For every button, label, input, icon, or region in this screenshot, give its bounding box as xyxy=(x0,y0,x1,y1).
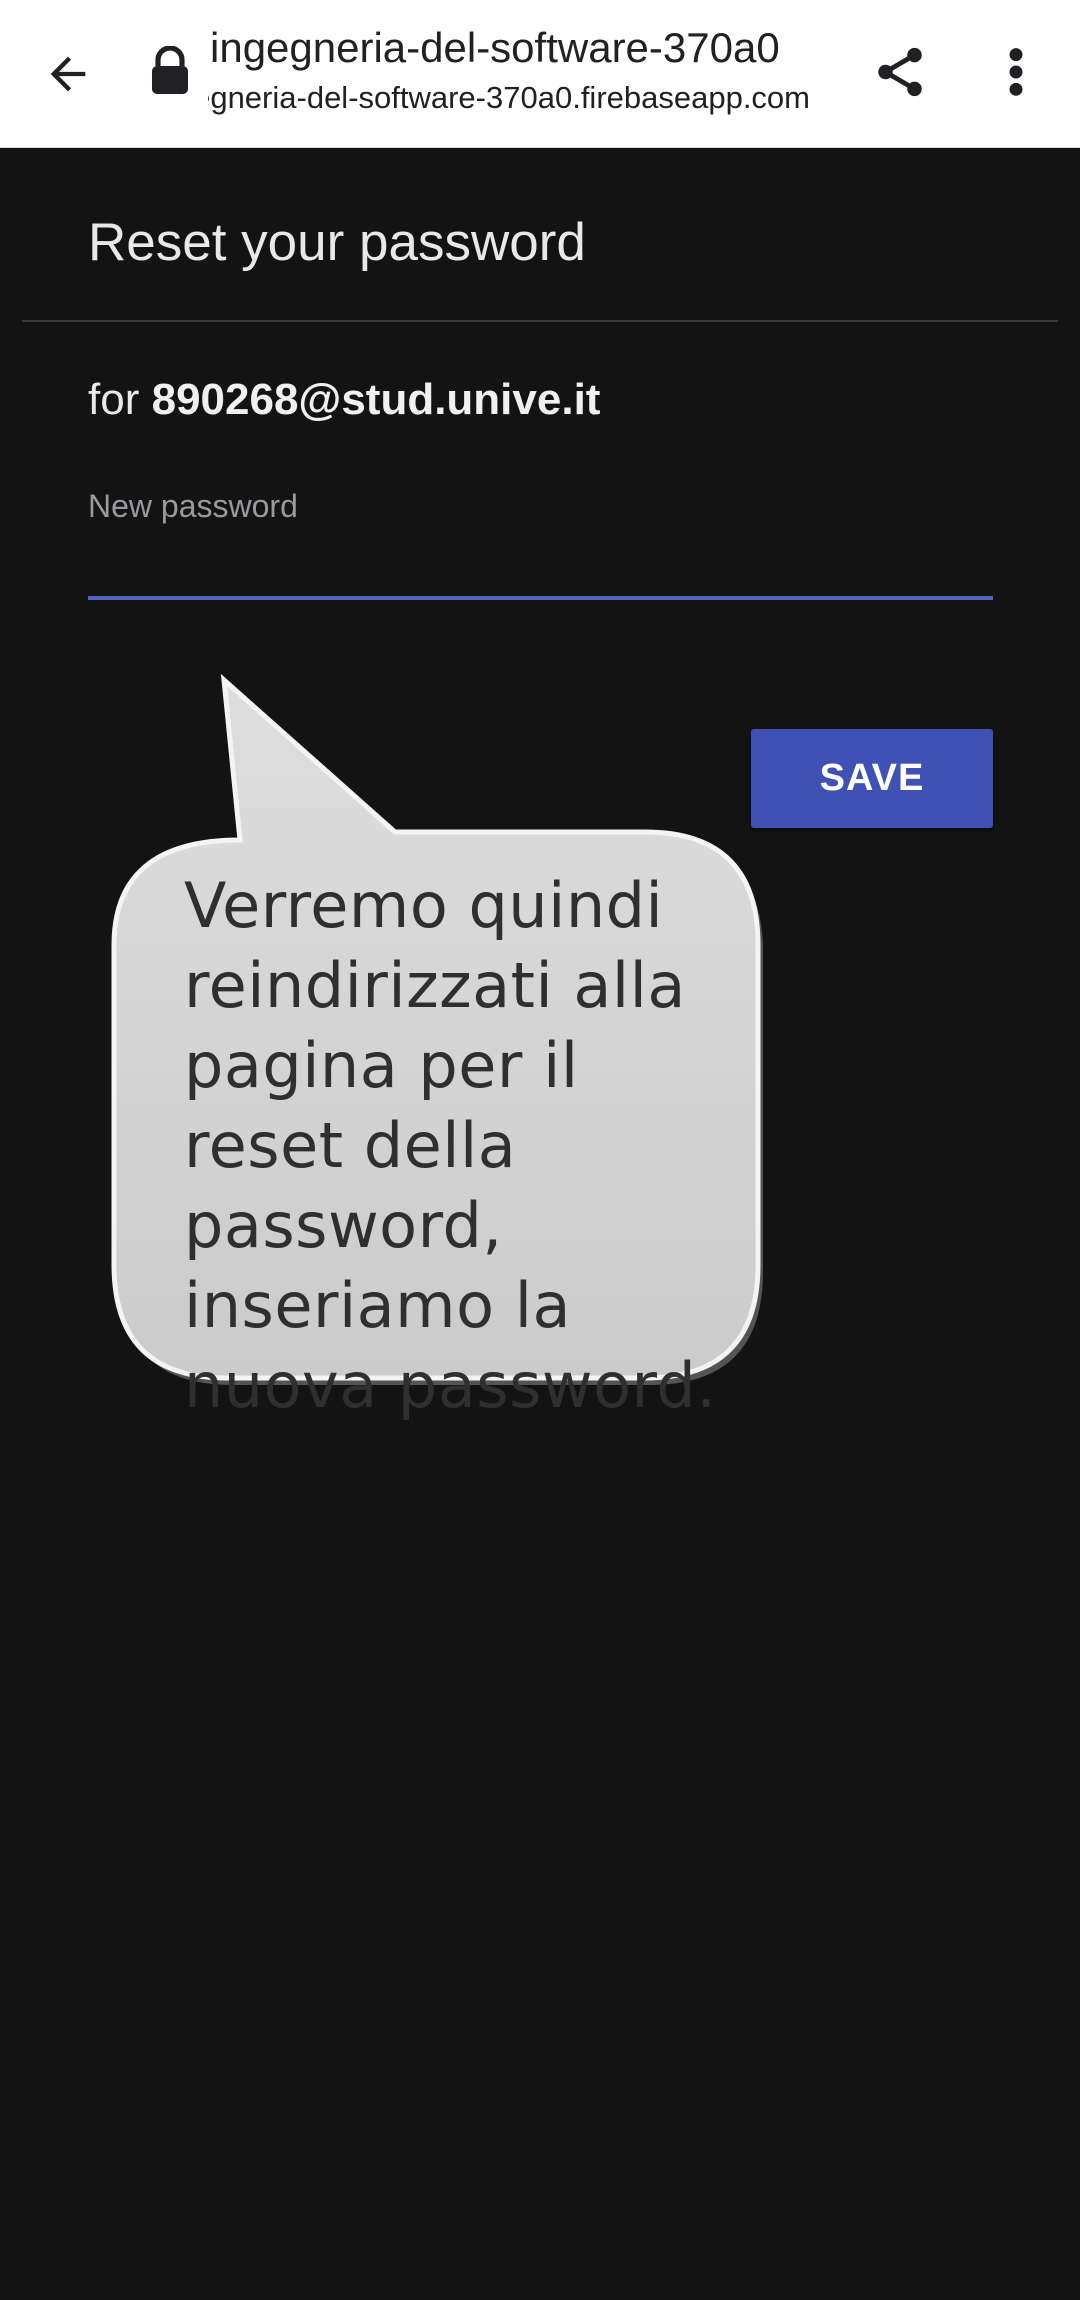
more-options-button[interactable] xyxy=(976,30,1056,114)
divider xyxy=(22,320,1058,322)
url-text: ingegneria-del-software-370a0.firebaseap… xyxy=(208,80,810,115)
page-heading: Reset your password xyxy=(88,213,586,272)
lock-icon[interactable] xyxy=(150,46,190,94)
new-password-input[interactable] xyxy=(88,536,993,600)
share-button[interactable] xyxy=(858,30,942,114)
arrow-left-icon xyxy=(50,56,86,92)
share-icon xyxy=(878,47,922,97)
page-title: ingegneria-del-software-370a0 xyxy=(210,24,780,71)
for-prefix: for xyxy=(88,375,140,424)
account-email: 890268@stud.unive.it xyxy=(151,375,601,424)
back-button[interactable] xyxy=(26,32,110,116)
more-vert-icon xyxy=(1009,48,1023,96)
address-bar[interactable]: ingegneria-del-software-370a0 ingegneria… xyxy=(208,18,814,128)
bubble-text: Verremo quindi reindirizzati alla pagina… xyxy=(184,869,717,1422)
account-line: for 890268@stud.unive.it xyxy=(88,372,600,428)
browser-toolbar: ingegneria-del-software-370a0 ingegneria… xyxy=(0,0,1080,148)
new-password-label: New password xyxy=(88,488,298,524)
